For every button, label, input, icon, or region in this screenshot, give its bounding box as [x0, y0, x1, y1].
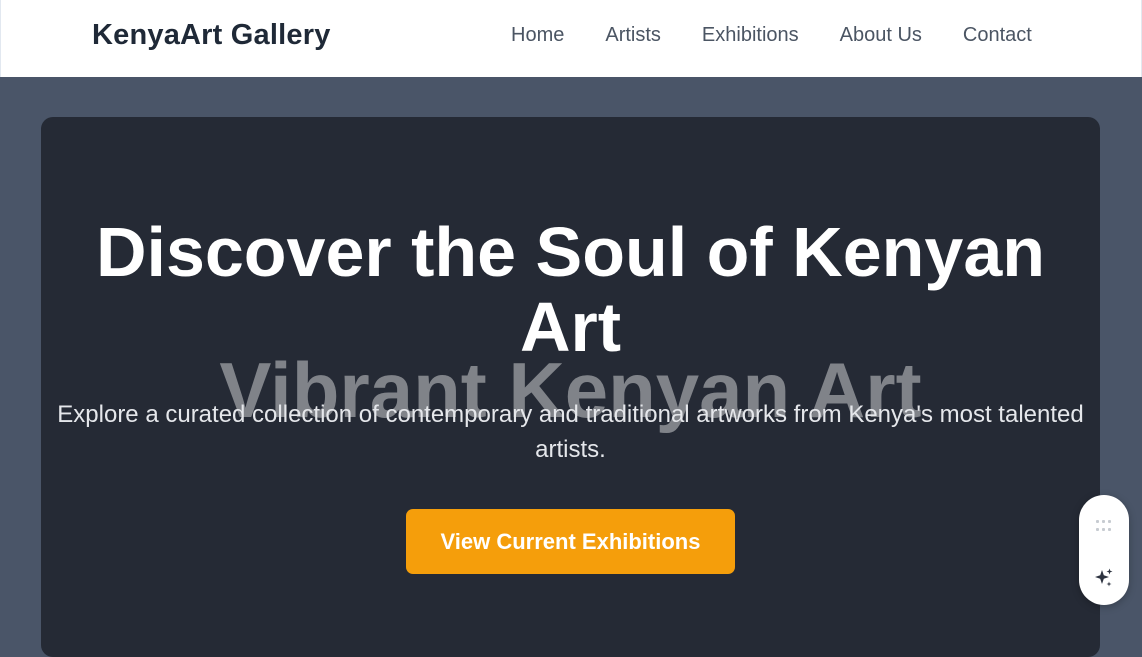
- nav-links: Home Artists Exhibitions About Us Contac…: [511, 24, 1032, 47]
- floating-widget: [1079, 495, 1129, 605]
- hero-subtitle: Explore a curated collection of contempo…: [57, 401, 1084, 463]
- brand-logo-text[interactable]: KenyaArt Gallery: [92, 19, 331, 52]
- nav-link-exhibitions[interactable]: Exhibitions: [702, 24, 799, 47]
- navbar: KenyaArt Gallery Home Artists Exhibition…: [0, 0, 1142, 77]
- drag-handle-icon[interactable]: [1096, 520, 1112, 532]
- hero-title: Discover the Soul of Kenyan Art: [95, 213, 1046, 366]
- nav-link-home[interactable]: Home: [511, 24, 564, 47]
- hero-section: Vibrant Kenyan Art Discover the Soul of …: [41, 117, 1100, 657]
- nav-link-artists[interactable]: Artists: [605, 24, 661, 47]
- nav-link-contact[interactable]: Contact: [963, 24, 1032, 47]
- sparkle-icon[interactable]: [1093, 567, 1115, 589]
- nav-link-about-us[interactable]: About Us: [840, 24, 922, 47]
- view-exhibitions-button[interactable]: View Current Exhibitions: [406, 509, 735, 574]
